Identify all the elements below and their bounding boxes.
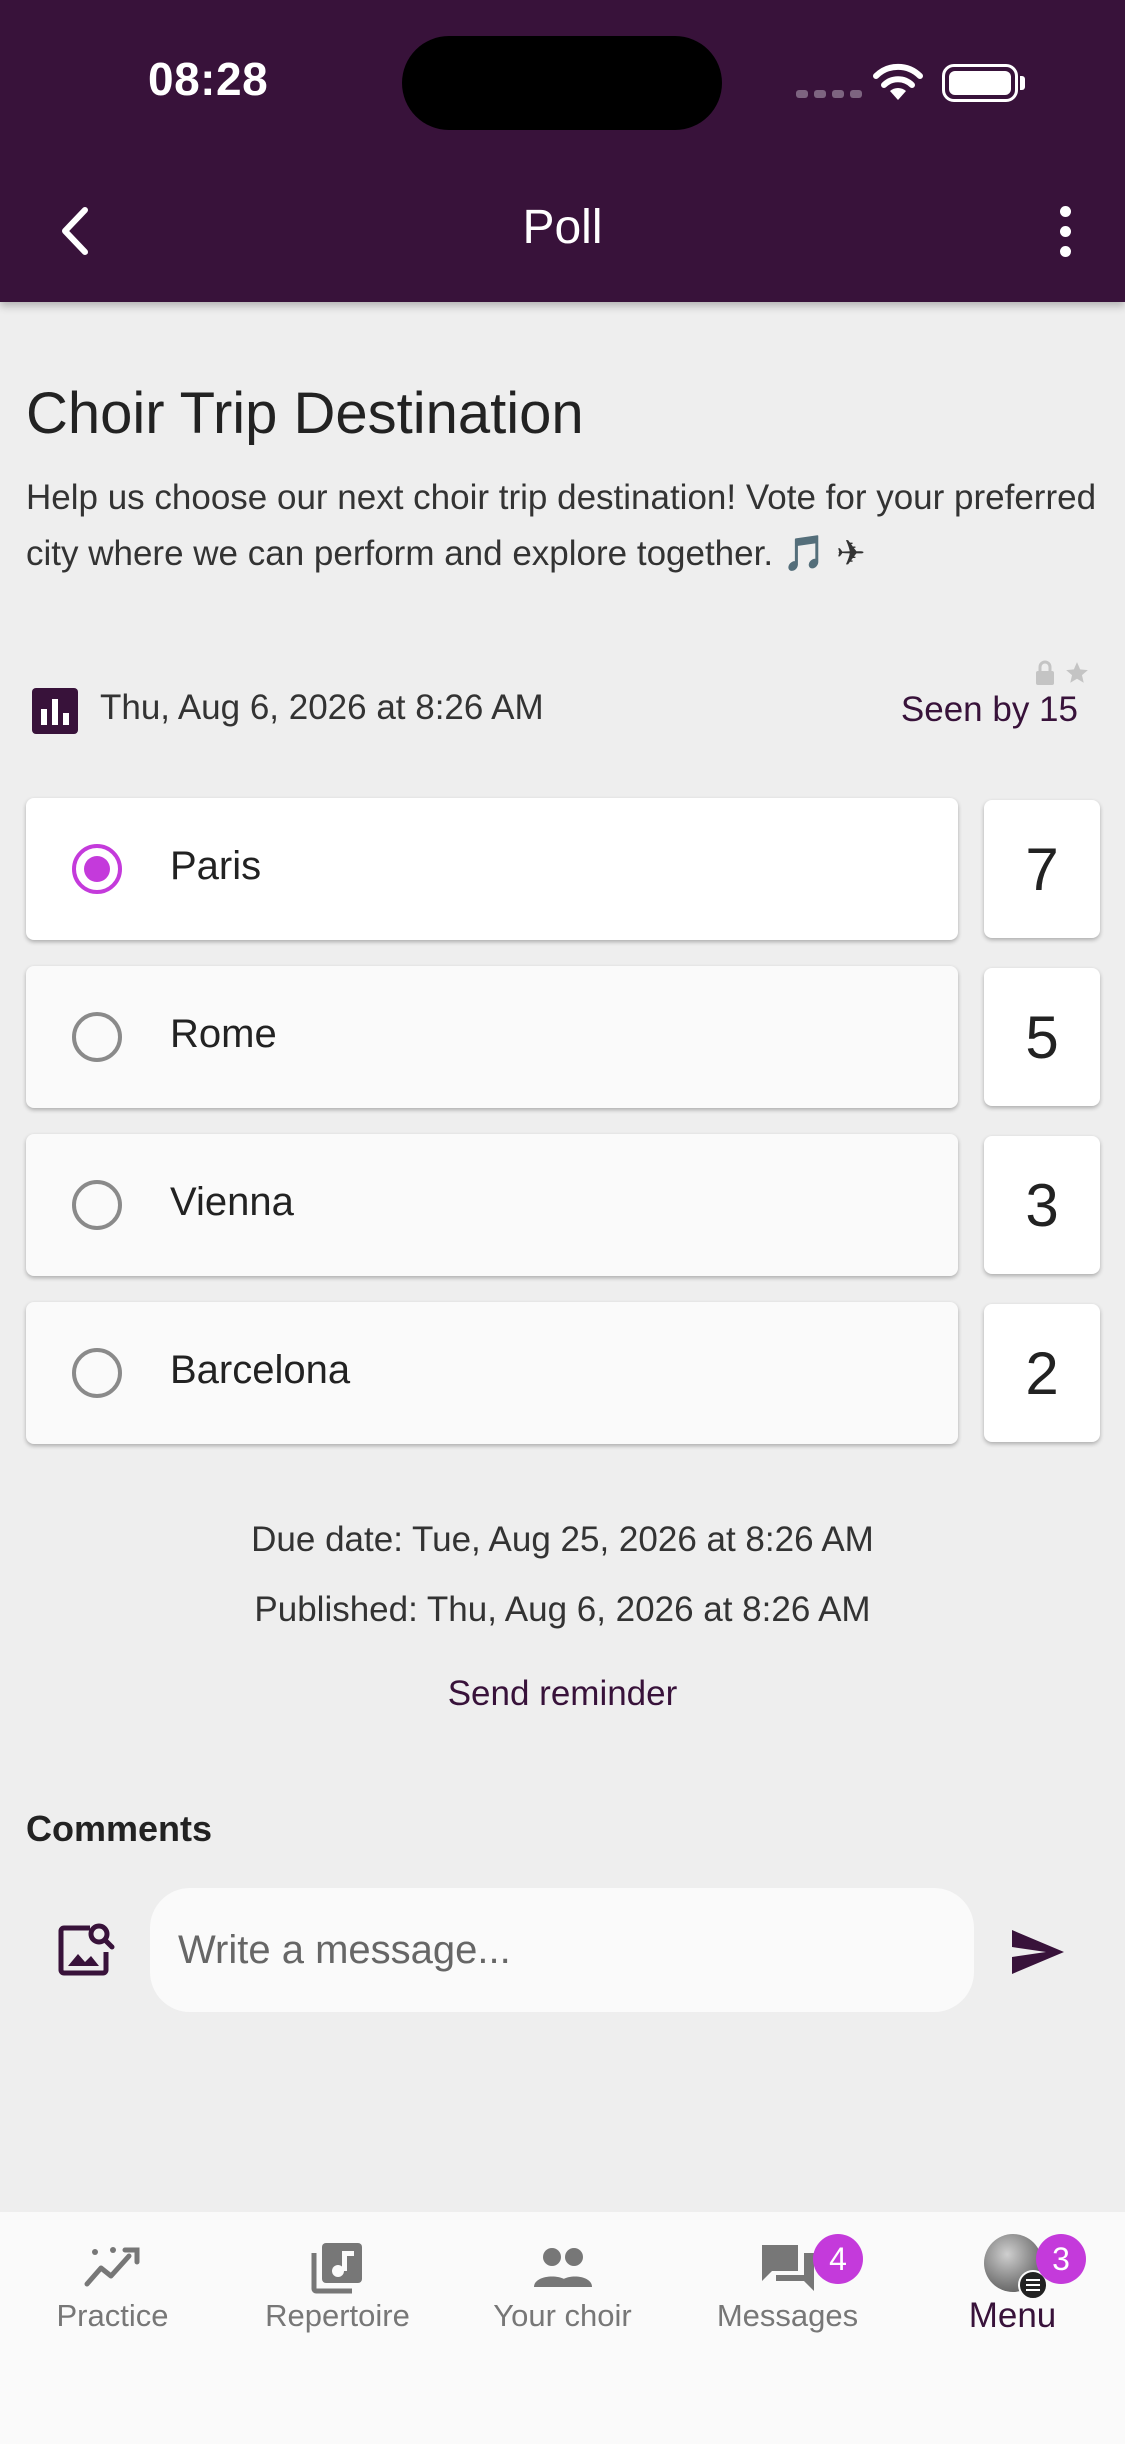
people-icon (533, 2248, 592, 2287)
nav-label: Repertoire (265, 2298, 410, 2333)
poll-chart-icon (32, 688, 78, 734)
cellular-signal-icon (796, 90, 862, 98)
option-label: Paris (170, 844, 262, 888)
nav-your-choir[interactable]: Your choir (450, 2212, 675, 2352)
more-options-button[interactable] (1040, 196, 1090, 266)
menu-badge: 3 (1036, 2234, 1086, 2284)
nav-practice[interactable]: Practice (0, 2212, 225, 2352)
poll-date: Thu, Aug 6, 2026 at 8:26 AM (100, 688, 544, 727)
page-title: Poll (522, 201, 603, 254)
avatar (983, 2234, 1048, 2300)
vote-count-vienna[interactable]: 3 (984, 1136, 1100, 1274)
vote-count-rome[interactable]: 5 (984, 968, 1100, 1106)
send-button[interactable] (1006, 1920, 1070, 1984)
vote-count-barcelona[interactable]: 2 (984, 1304, 1100, 1442)
radio-unselected-icon[interactable] (72, 1348, 122, 1398)
poll-option-rome[interactable]: Rome (26, 966, 958, 1108)
bottom-navigation: Practice Repertoire Your choir 4 Message… (0, 2212, 1125, 2444)
message-input[interactable] (150, 1888, 974, 2012)
seen-by-link[interactable]: Seen by 15 (901, 690, 1078, 730)
send-icon (1012, 1930, 1064, 1974)
nav-label: Practice (56, 2298, 169, 2333)
more-vert-icon (1059, 205, 1071, 217)
send-reminder-button[interactable]: Send reminder (0, 1674, 1125, 1714)
nav-messages[interactable]: 4 Messages (675, 2212, 900, 2352)
poll-title: Choir Trip Destination (26, 381, 584, 446)
published-date: Published: Thu, Aug 6, 2026 at 8:26 AM (254, 1590, 871, 1629)
option-label: Barcelona (170, 1348, 351, 1392)
nav-repertoire[interactable]: Repertoire (225, 2212, 450, 2352)
music-library-icon (311, 2243, 362, 2294)
poll-option-vienna[interactable]: Vienna (26, 1134, 958, 1276)
status-time: 08:28 (148, 53, 269, 105)
lock-icon (1036, 660, 1054, 685)
wifi-icon (873, 63, 923, 100)
nav-label: Your choir (493, 2298, 632, 2333)
nav-label: Menu (968, 2296, 1057, 2335)
app-header: 08:28 Poll (0, 0, 1125, 302)
messages-badge: 4 (813, 2234, 863, 2284)
messages-icon (761, 2245, 814, 2291)
poll-option-barcelona[interactable]: Barcelona (26, 1302, 958, 1444)
comments-heading: Comments (26, 1808, 213, 1849)
nav-label: Messages (716, 2298, 859, 2333)
poll-option-paris[interactable]: Paris (26, 798, 958, 940)
due-date: Due date: Tue, Aug 25, 2026 at 8:26 AM (251, 1520, 874, 1559)
battery-icon (942, 64, 1018, 102)
nav-menu[interactable]: 3 Menu (900, 2212, 1125, 2352)
poll-meta: Thu, Aug 6, 2026 at 8:26 AM Seen by 15 (30, 660, 1090, 740)
radio-unselected-icon[interactable] (72, 1180, 122, 1230)
option-label: Vienna (170, 1180, 294, 1224)
option-label: Rome (170, 1012, 277, 1056)
dynamic-island (402, 36, 722, 130)
attach-photo-button[interactable] (56, 1920, 116, 1980)
star-icon (1066, 662, 1088, 683)
practice-chart-icon (84, 2247, 139, 2287)
poll-description: Help us choose our next choir trip desti… (26, 478, 1097, 573)
image-search-icon (58, 1923, 115, 1976)
radio-unselected-icon[interactable] (72, 1012, 122, 1062)
vote-count-paris[interactable]: 7 (984, 800, 1100, 938)
radio-selected-icon[interactable] (72, 844, 122, 894)
